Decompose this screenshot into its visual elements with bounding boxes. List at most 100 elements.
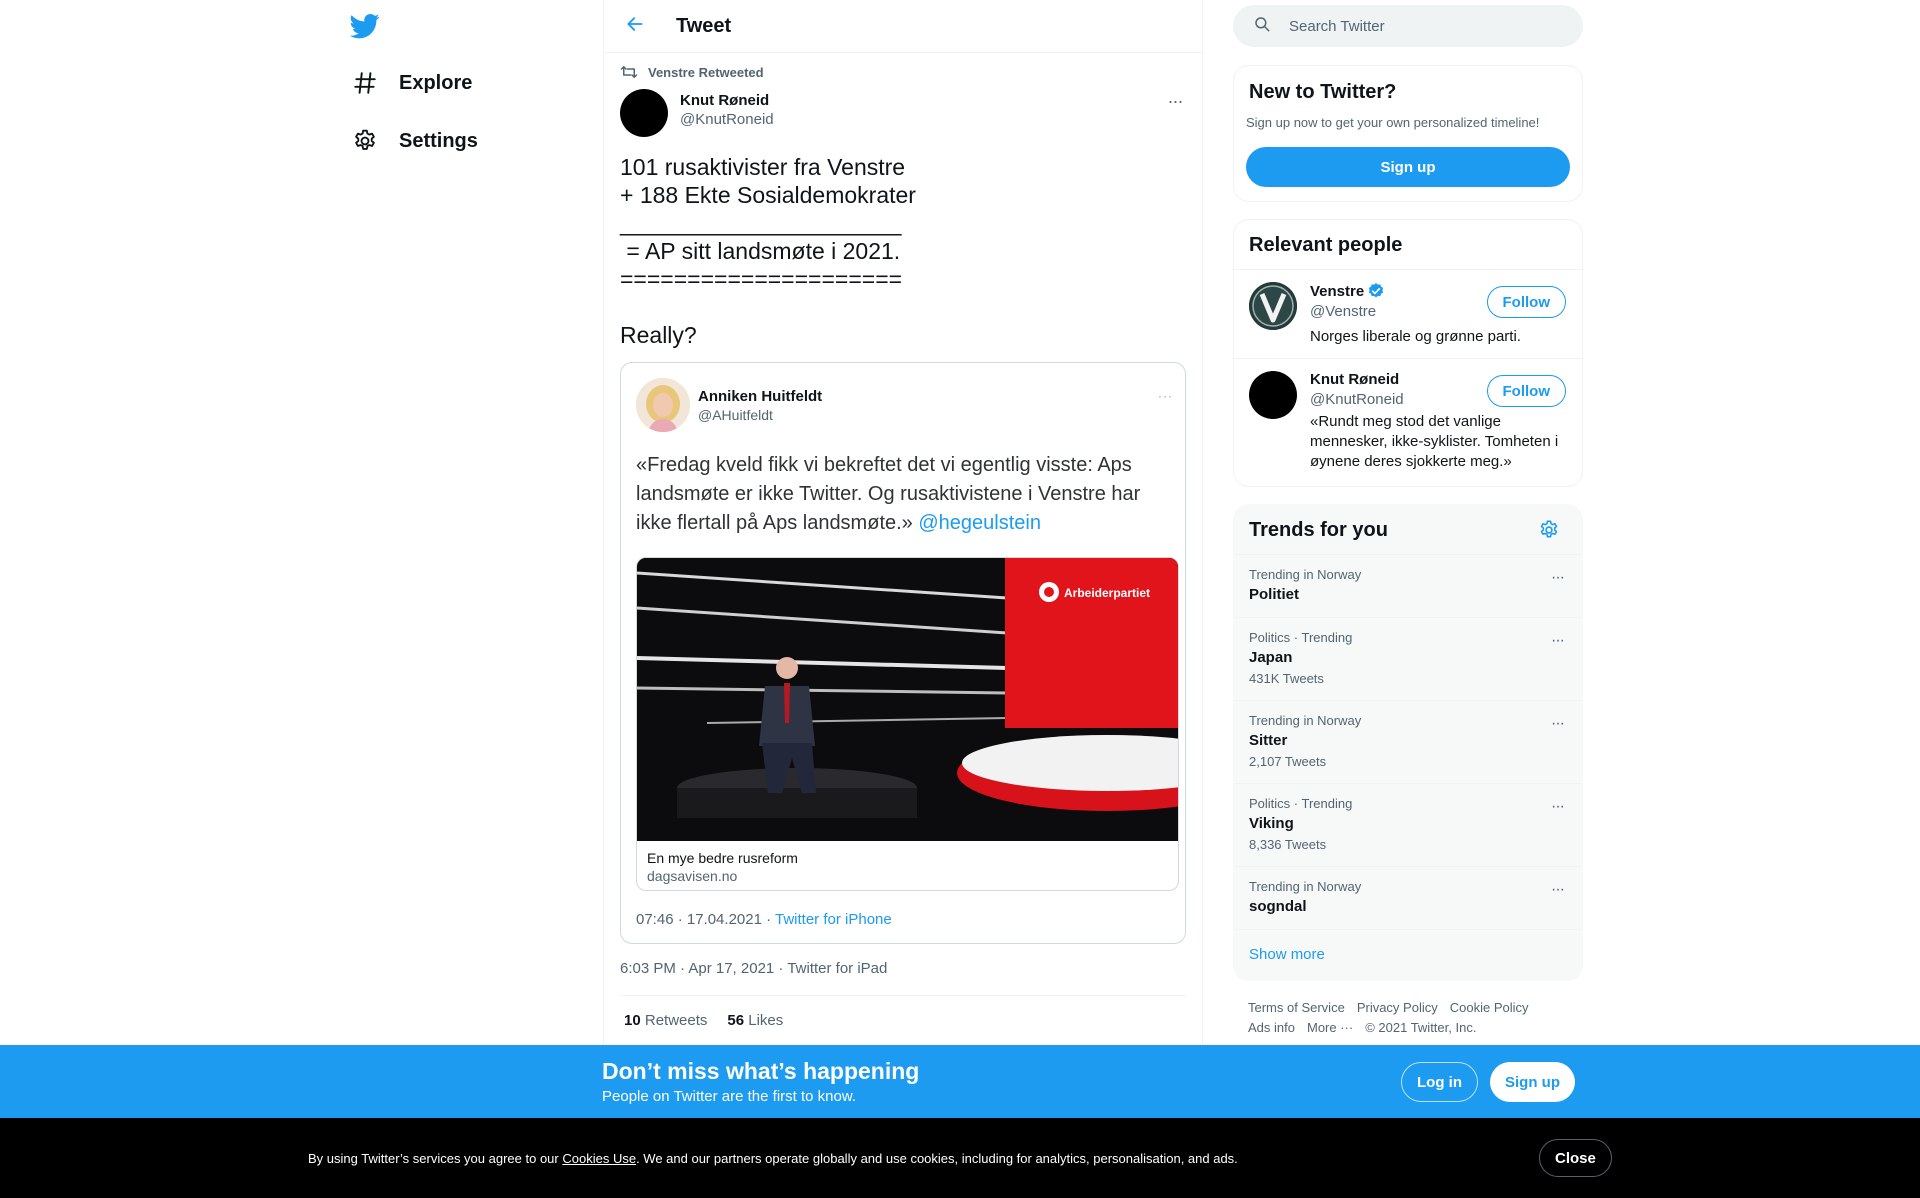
embedded-more-icon: ··· xyxy=(1158,389,1173,403)
relevant-people-box: Relevant people Venstre @Venstre Norges … xyxy=(1233,219,1583,487)
more-options-icon[interactable]: ··· xyxy=(1551,715,1565,733)
person-handle[interactable]: @Venstre xyxy=(1310,303,1376,320)
cookies-use-link[interactable]: Cookies Use xyxy=(562,1151,636,1166)
search-input[interactable] xyxy=(1289,17,1549,35)
embedded-tweet-meta: 07:46 · 17.04.2021 · Twitter for iPhone xyxy=(636,911,892,928)
trend-context: Trending in Norway xyxy=(1249,713,1362,728)
cookie-text-before: By using Twitter’s services you agree to… xyxy=(308,1151,563,1166)
card-title: En mye bedre rusreform xyxy=(647,850,798,866)
author-name[interactable]: Knut Røneid xyxy=(680,92,774,109)
signup-banner: Don’t miss what’s happening People on Tw… xyxy=(0,1045,1920,1118)
person-venstre[interactable]: Venstre @Venstre Norges liberale og grøn… xyxy=(1234,269,1582,359)
retweets-label: Retweets xyxy=(644,1012,708,1029)
relevant-people-title: Relevant people xyxy=(1249,234,1403,256)
footer-link-privacy[interactable]: Privacy Policy xyxy=(1357,1000,1438,1015)
cookie-text: By using Twitter’s services you agree to… xyxy=(308,1151,1238,1166)
nav-item-label: Settings xyxy=(399,129,478,152)
gear-icon xyxy=(351,127,379,155)
cookie-banner: By using Twitter’s services you agree to… xyxy=(0,1118,1920,1198)
card-image: Arbeiderpartiet xyxy=(637,558,1178,841)
twitter-bird-icon[interactable] xyxy=(349,11,380,41)
signup-banner-headline: Don’t miss what’s happening xyxy=(602,1058,920,1084)
footer-link-more[interactable]: More ··· xyxy=(1307,1020,1353,1035)
divider xyxy=(1234,929,1582,930)
verified-badge-icon xyxy=(1367,282,1385,300)
new-to-twitter-title: New to Twitter? xyxy=(1249,81,1397,103)
follow-button[interactable]: Follow xyxy=(1486,286,1566,318)
person-knut-roneid[interactable]: Knut Røneid @KnutRoneid «Rundt meg stod … xyxy=(1234,359,1582,487)
footer-link-terms[interactable]: Terms of Service xyxy=(1248,1000,1345,1015)
trend-name: sogndal xyxy=(1249,898,1307,915)
more-options-icon[interactable]: ··· xyxy=(1164,90,1186,112)
footer-copyright: © 2021 Twitter, Inc. xyxy=(1365,1020,1477,1035)
nav-item-explore[interactable]: Explore xyxy=(351,61,472,105)
tweet-author[interactable]: Knut Røneid @KnutRoneid xyxy=(620,89,774,137)
embedded-mention: @hegeulstein xyxy=(918,512,1041,534)
hash-icon xyxy=(351,69,379,97)
cookie-text-after: . We and our partners operate globally a… xyxy=(636,1151,1238,1166)
login-button[interactable]: Log in xyxy=(1401,1062,1478,1102)
more-options-icon[interactable]: ··· xyxy=(1551,569,1565,587)
search-bar[interactable] xyxy=(1233,5,1583,47)
embedded-text-body: «Fredag kveld fikk vi bekreftet det vi e… xyxy=(636,454,1141,534)
divider xyxy=(620,995,1186,996)
footer-link-cookie[interactable]: Cookie Policy xyxy=(1450,1000,1529,1015)
embedded-meta-source: Twitter for iPhone xyxy=(775,911,892,928)
signup-button[interactable]: Sign up xyxy=(1490,1062,1575,1102)
trend-item[interactable]: Trending in Norway sogndal ··· xyxy=(1234,866,1582,929)
person-name[interactable]: Knut Røneid xyxy=(1310,371,1399,388)
new-to-twitter-box: New to Twitter? Sign up now to get your … xyxy=(1233,65,1583,202)
more-options-icon[interactable]: ··· xyxy=(1551,632,1565,650)
trends-title: Trends for you xyxy=(1249,519,1388,541)
tweet-text: 101 rusaktivister fra Venstre + 188 Ekte… xyxy=(620,154,916,348)
embedded-link-card: Arbeiderpartiet En mye bedre rusreform d… xyxy=(636,557,1179,891)
trend-context: Politics · Trending xyxy=(1249,630,1353,645)
trend-item[interactable]: Trending in Norway Sitter 2,107 Tweets ·… xyxy=(1234,700,1582,783)
gear-icon[interactable] xyxy=(1538,519,1560,541)
nav-item-settings[interactable]: Settings xyxy=(351,119,478,163)
trend-count: 2,107 Tweets xyxy=(1249,754,1327,769)
more-options-icon[interactable]: ··· xyxy=(1551,798,1565,816)
trend-item[interactable]: Politics · Trending Japan 431K Tweets ··… xyxy=(1234,617,1582,700)
person-handle[interactable]: @KnutRoneid xyxy=(1310,391,1404,408)
likes-stat[interactable]: 56 Likes xyxy=(727,1012,783,1029)
back-button[interactable] xyxy=(622,13,648,39)
embedded-author-name: Anniken Huitfeldt xyxy=(698,387,823,405)
trend-name: Sitter xyxy=(1249,732,1288,749)
trend-count: 431K Tweets xyxy=(1249,671,1324,686)
more-options-icon[interactable]: ··· xyxy=(1551,881,1565,899)
trend-context: Trending in Norway xyxy=(1249,879,1362,894)
card-domain: dagsavisen.no xyxy=(647,868,738,884)
avatar[interactable] xyxy=(620,89,668,137)
tweet-timestamp[interactable]: 6:03 PM · Apr 17, 2021 · Twitter for iPa… xyxy=(620,960,887,977)
trend-context: Politics · Trending xyxy=(1249,796,1353,811)
trend-name: Japan xyxy=(1249,649,1293,666)
trends-box: Trends for you Trending in Norway Politi… xyxy=(1233,504,1583,981)
footer-links: Terms of Service Privacy Policy Cookie Pol… xyxy=(1248,998,1568,1038)
likes-count: 56 xyxy=(727,1012,745,1029)
retweets-stat[interactable]: 10 Retweets xyxy=(624,1012,707,1029)
footer-link-ads-info[interactable]: Ads info xyxy=(1248,1020,1295,1035)
person-name[interactable]: Venstre xyxy=(1310,282,1385,300)
trend-count: 8,336 Tweets xyxy=(1249,837,1327,852)
tweet-media-image[interactable]: Anniken Huitfeldt @AHuitfeldt ··· «Freda… xyxy=(620,362,1186,944)
search-icon xyxy=(1253,15,1271,38)
avatar[interactable] xyxy=(1249,371,1297,419)
trend-item[interactable]: Politics · Trending Viking 8,336 Tweets … xyxy=(1234,783,1582,866)
person-bio: «Rundt meg stod det vanlige mennesker, i… xyxy=(1310,413,1559,470)
main-column: Tweet Venstre Retweeted Knut Røneid @Knu… xyxy=(603,0,1203,1198)
trend-item[interactable]: Trending in Norway Politiet ··· xyxy=(1234,554,1582,617)
show-more-link[interactable]: Show more xyxy=(1249,946,1325,963)
avatar[interactable] xyxy=(1249,282,1297,330)
retweet-context: Venstre Retweeted xyxy=(620,64,764,80)
card-brand-text: Arbeiderpartiet xyxy=(1064,586,1150,600)
tweet-stats: 10 Retweets 56 Likes xyxy=(624,1012,783,1029)
follow-button[interactable]: Follow xyxy=(1486,375,1566,407)
close-cookie-button[interactable]: Close xyxy=(1539,1139,1612,1177)
embedded-tweet-header: Anniken Huitfeldt @AHuitfeldt xyxy=(636,378,822,432)
person-bio: Norges liberale og grønne parti. xyxy=(1310,328,1521,345)
author-handle[interactable]: @KnutRoneid xyxy=(680,111,774,128)
sidebar-signup-button[interactable]: Sign up xyxy=(1246,147,1570,187)
arrow-left-icon xyxy=(625,14,645,39)
embedded-meta-text: 07:46 · 17.04.2021 · xyxy=(636,911,775,928)
